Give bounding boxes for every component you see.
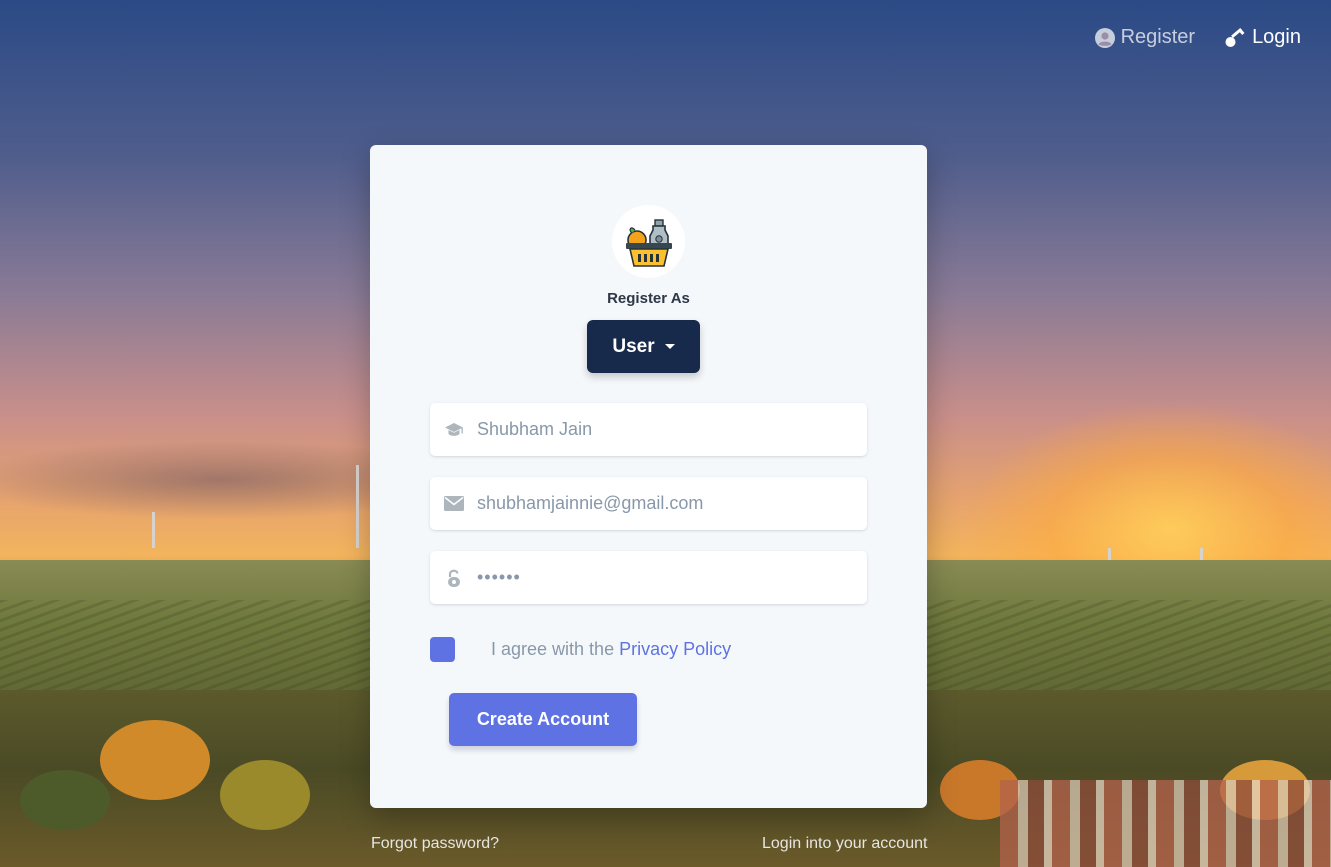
village [1000, 780, 1331, 867]
wind-turbine [152, 512, 155, 548]
caret-down-icon [664, 344, 675, 349]
create-account-button[interactable]: Create Account [449, 693, 637, 746]
user-circle-icon [1094, 27, 1115, 48]
logo [612, 205, 685, 278]
nav-register-link[interactable]: Register [1094, 26, 1196, 49]
top-navigation: Register Login [1094, 26, 1301, 49]
forgot-password-link[interactable]: Forgot password? [371, 835, 499, 853]
role-dropdown[interactable]: User [587, 320, 700, 373]
grocery-basket-icon [625, 218, 672, 267]
nav-login-label: Login [1252, 26, 1301, 48]
password-input[interactable] [477, 567, 847, 588]
email-input[interactable] [477, 493, 847, 514]
unlock-icon [430, 569, 477, 587]
register-card: Register As User Shubham Jain shubhamjai… [370, 145, 927, 808]
role-dropdown-value: User [612, 335, 655, 357]
tree [100, 720, 210, 800]
key-icon [1225, 27, 1245, 47]
nav-register-label: Register [1120, 26, 1196, 48]
agree-text: I agree with the Privacy Policy [491, 639, 731, 660]
tree [20, 770, 110, 830]
tree [220, 760, 310, 830]
email-field [430, 477, 867, 530]
nav-login-link[interactable]: Login [1225, 26, 1301, 49]
register-as-label: Register As [607, 290, 690, 307]
graduation-cap-icon [430, 422, 477, 438]
name-input[interactable] [477, 419, 847, 440]
name-field [430, 403, 867, 456]
agree-prefix: I agree with the [491, 639, 615, 659]
password-field [430, 551, 867, 604]
privacy-policy-link[interactable]: Privacy Policy [619, 639, 731, 659]
login-account-link[interactable]: Login into your account [762, 835, 927, 853]
privacy-agreement: I agree with the Privacy Policy [430, 637, 731, 662]
wind-turbine [356, 465, 359, 548]
envelope-icon [430, 496, 477, 511]
privacy-checkbox[interactable] [430, 637, 455, 662]
